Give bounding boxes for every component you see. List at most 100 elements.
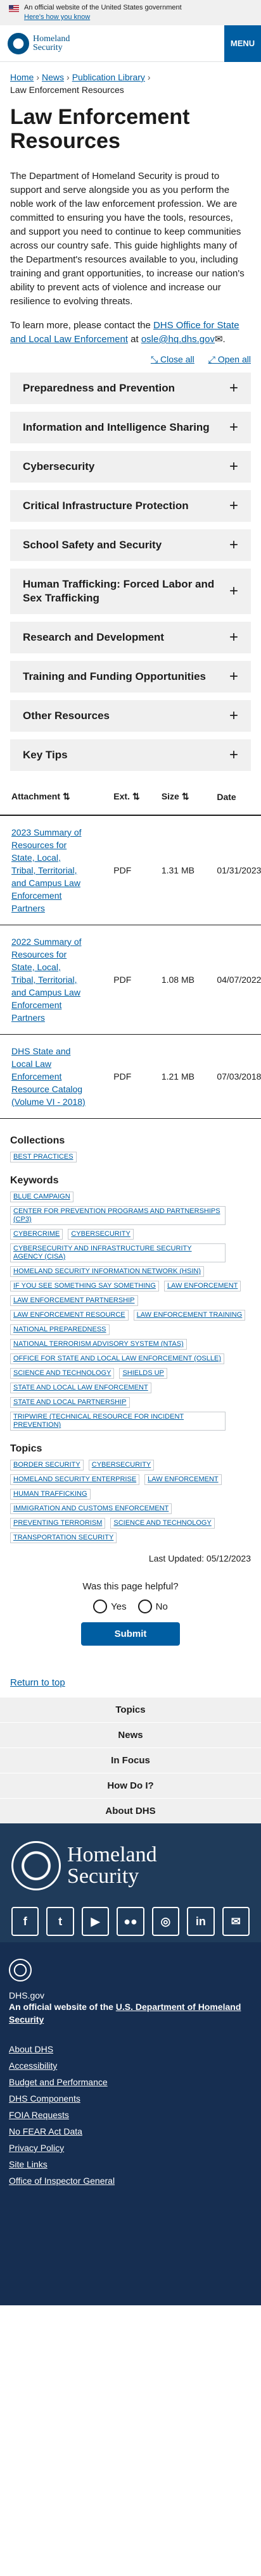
social-links: f t ▶ ●● ◎ in ✉: [11, 1907, 250, 1936]
topic-tag[interactable]: SCIENCE AND TECHNOLOGY: [110, 1518, 215, 1529]
topic-tag[interactable]: HOMELAND SECURITY ENTERPRISE: [10, 1474, 140, 1485]
date-column-header[interactable]: Date: [205, 779, 261, 816]
email-icon[interactable]: ✉: [222, 1907, 250, 1936]
accordion-school-safety[interactable]: School Safety and Security +: [10, 529, 251, 561]
keyword-tag[interactable]: HOMELAND SECURITY INFORMATION NETWORK (H…: [10, 1266, 204, 1277]
plus-icon: +: [229, 536, 238, 553]
keyword-tag[interactable]: LAW ENFORCEMENT RESOURCE: [10, 1310, 129, 1321]
topic-tag[interactable]: TRANSPORTATION SECURITY: [10, 1532, 117, 1543]
accordion-preparedness[interactable]: Preparedness and Prevention +: [10, 373, 251, 404]
attachment-column-header[interactable]: Attachment ⇅: [0, 779, 103, 816]
attachment-link[interactable]: 2023 Summary of Resources for State, Loc…: [11, 826, 86, 915]
collection-tag[interactable]: BEST PRACTICES: [10, 1152, 77, 1162]
footer-link-no-fear[interactable]: No FEAR Act Data: [9, 2126, 252, 2137]
accordion-other-resources[interactable]: Other Resources +: [10, 700, 251, 732]
footer-link-about-dhs[interactable]: About DHS: [9, 2043, 252, 2055]
breadcrumb-home[interactable]: Home: [10, 72, 34, 82]
keyword-tag[interactable]: LAW ENFORCEMENT PARTNERSHIP: [10, 1295, 138, 1306]
ext-cell: PDF: [102, 925, 150, 1035]
footer-nav-about-dhs[interactable]: About DHS: [0, 1798, 261, 1823]
topics-list: BORDER SECURITY CYBERSECURITY HOMELAND S…: [0, 1460, 261, 1543]
footer-link-accessibility[interactable]: Accessibility: [9, 2060, 252, 2071]
accordion-information-sharing[interactable]: Information and Intelligence Sharing +: [10, 412, 251, 443]
footer-nav-in-focus[interactable]: In Focus: [0, 1747, 261, 1773]
ext-cell: PDF: [102, 1034, 150, 1119]
footer-nav-how-do-i[interactable]: How Do I?: [0, 1773, 261, 1798]
keyword-tag[interactable]: LAW ENFORCEMENT TRAINING: [133, 1310, 246, 1321]
keyword-tag[interactable]: CENTER FOR PREVENTION PROGRAMS AND PARTN…: [10, 1206, 226, 1225]
keyword-tag[interactable]: TRIPWIRE (TECHNICAL RESOURCE FOR INCIDEN…: [10, 1412, 226, 1431]
return-to-top-link[interactable]: Return to top: [10, 1677, 65, 1688]
flickr-icon[interactable]: ●●: [117, 1907, 144, 1936]
attachment-link[interactable]: 2022 Summary of Resources for State, Loc…: [11, 935, 86, 1024]
us-flag-icon: [9, 5, 19, 12]
ext-column-header[interactable]: Ext. ⇅: [102, 779, 150, 816]
keyword-tag[interactable]: NATIONAL TERRORISM ADVISORY SYSTEM (NTAS…: [10, 1339, 187, 1350]
topic-tag[interactable]: BORDER SECURITY: [10, 1460, 84, 1470]
feedback-no-radio[interactable]: No: [137, 1599, 168, 1613]
footer-nav-topics[interactable]: Topics: [0, 1697, 261, 1722]
keyword-tag[interactable]: SHIELDS UP: [119, 1368, 167, 1379]
dhs-logo-link[interactable]: Homeland Security: [0, 32, 70, 54]
plus-icon: +: [229, 746, 238, 763]
footer-dhs-logo[interactable]: Homeland Security: [11, 1841, 250, 1890]
submit-button[interactable]: Submit: [81, 1622, 180, 1646]
youtube-icon[interactable]: ▶: [81, 1907, 110, 1936]
keyword-tag[interactable]: STATE AND LOCAL LAW ENFORCEMENT: [10, 1383, 151, 1393]
date-cell: 07/03/2018: [205, 1034, 261, 1119]
expand-icon: ⤢: [208, 354, 218, 364]
accordion-research[interactable]: Research and Development +: [10, 622, 251, 653]
keyword-tag[interactable]: OFFICE FOR STATE AND LOCAL LAW ENFORCEME…: [10, 1353, 225, 1364]
topic-tag[interactable]: CYBERSECURITY: [88, 1460, 155, 1470]
keyword-tag[interactable]: BLUE CAMPAIGN: [10, 1192, 73, 1202]
facebook-icon[interactable]: f: [11, 1907, 39, 1936]
accordion-training-funding[interactable]: Training and Funding Opportunities +: [10, 661, 251, 693]
menu-button[interactable]: MENU: [224, 25, 261, 62]
topic-tag[interactable]: IMMIGRATION AND CUSTOMS ENFORCEMENT: [10, 1503, 172, 1514]
osle-email-link[interactable]: osle@hq.dhs.gov: [141, 334, 215, 345]
open-all-button[interactable]: ⤢ Open all: [208, 354, 251, 365]
ext-cell: PDF: [102, 815, 150, 925]
footer-link-site-links[interactable]: Site Links: [9, 2159, 252, 2170]
attachments-table-wrapper: Attachment ⇅ Ext. ⇅ Size ⇅ Date 2023 Summar…: [0, 779, 261, 1119]
footer-link-components[interactable]: DHS Components: [9, 2093, 252, 2104]
keyword-tag[interactable]: CYBERSECURITY AND INFRASTRUCTURE SECURIT…: [10, 1243, 226, 1262]
accordion-human-trafficking[interactable]: Human Trafficking: Forced Labor and Sex …: [10, 569, 251, 614]
accordion-key-tips[interactable]: Key Tips +: [10, 739, 251, 771]
date-cell: 01/31/2023: [205, 815, 261, 925]
twitter-icon[interactable]: t: [46, 1907, 74, 1936]
keyword-tag[interactable]: IF YOU SEE SOMETHING SAY SOMETHING: [10, 1281, 159, 1291]
instagram-icon[interactable]: ◎: [151, 1907, 180, 1936]
keyword-tag[interactable]: CYBERCRIME: [10, 1229, 63, 1240]
breadcrumb-news[interactable]: News: [42, 72, 64, 82]
breadcrumb-publication-library[interactable]: Publication Library: [72, 72, 145, 82]
feedback-yes-radio[interactable]: Yes: [93, 1599, 127, 1613]
table-row: 2023 Summary of Resources for State, Loc…: [0, 815, 261, 925]
footer-nav-news[interactable]: News: [0, 1722, 261, 1747]
topic-tag[interactable]: PREVENTING TERRORISM: [10, 1518, 106, 1529]
accordion-cybersecurity[interactable]: Cybersecurity +: [10, 451, 251, 483]
keyword-tag[interactable]: CYBERSECURITY: [68, 1229, 134, 1240]
heres-how-you-know-link[interactable]: Here's how you know: [24, 13, 182, 21]
footer-link-foia[interactable]: FOIA Requests: [9, 2109, 252, 2121]
footer-link-budget[interactable]: Budget and Performance: [9, 2076, 252, 2088]
keyword-tag[interactable]: LAW ENFORCEMENT: [163, 1281, 241, 1291]
radio-circle-icon: [93, 1599, 108, 1613]
keyword-tag[interactable]: STATE AND LOCAL PARTNERSHIP: [10, 1397, 130, 1408]
topic-tag[interactable]: HUMAN TRAFFICKING: [10, 1489, 91, 1500]
plus-icon: +: [229, 668, 238, 685]
linkedin-icon[interactable]: in: [187, 1907, 215, 1936]
size-column-header[interactable]: Size ⇅: [150, 779, 206, 816]
attachment-link[interactable]: DHS State and Local Law Enforcement Reso…: [11, 1045, 86, 1108]
keywords-list: BLUE CAMPAIGN CENTER FOR PREVENTION PROG…: [0, 1192, 261, 1431]
identifier-description: An official website of the U.S. Departme…: [9, 2002, 241, 2024]
table-row: DHS State and Local Law Enforcement Reso…: [0, 1034, 261, 1119]
close-all-button[interactable]: ⤡ Close all: [151, 354, 194, 365]
accordion-critical-infrastructure[interactable]: Critical Infrastructure Protection +: [10, 490, 251, 522]
footer-link-oig[interactable]: Office of Inspector General: [9, 2175, 252, 2186]
topic-tag[interactable]: LAW ENFORCEMENT: [144, 1474, 222, 1485]
site-header: Homeland Security MENU: [0, 25, 261, 62]
footer-link-privacy[interactable]: Privacy Policy: [9, 2142, 252, 2154]
keyword-tag[interactable]: SCIENCE AND TECHNOLOGY: [10, 1368, 115, 1379]
keyword-tag[interactable]: NATIONAL PREPAREDNESS: [10, 1324, 110, 1335]
